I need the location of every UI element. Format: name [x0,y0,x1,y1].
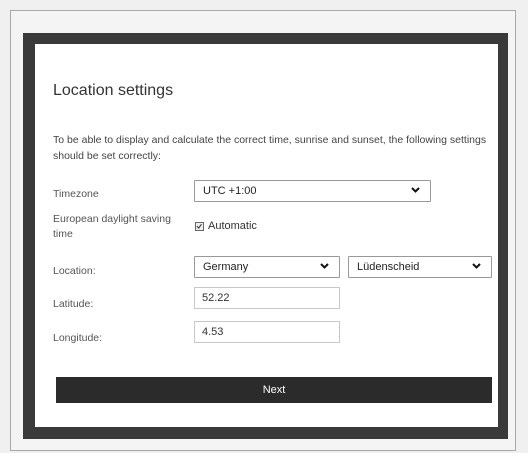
location-settings-panel: Location settings To be able to display … [35,44,498,427]
intro-text: To be able to display and calculate the … [53,134,487,162]
longitude-label: Longitude: [53,332,103,344]
dst-label: European daylight saving time [53,213,171,240]
city-value: Lüdenscheid [357,261,420,273]
city-select[interactable]: Lüdenscheid [348,256,492,278]
latitude-label: Latitude: [53,298,94,310]
checkbox-icon [196,223,202,229]
timezone-select[interactable]: UTC +1:00 [194,180,431,202]
next-button[interactable]: Next [56,377,492,403]
latitude-input[interactable]: 52.22 [194,287,340,309]
location-label: Location: [53,265,96,277]
page-title: Location settings [53,82,174,99]
chevron-down-icon [320,263,329,269]
chevron-down-icon [472,263,481,269]
chevron-down-icon [411,187,420,193]
dst-option-label: Automatic [208,220,257,232]
country-value: Germany [203,261,249,273]
timezone-value: UTC +1:00 [203,185,257,197]
country-select[interactable]: Germany [194,256,340,278]
longitude-input[interactable]: 4.53 [194,321,340,343]
timezone-label: Timezone [53,188,99,200]
dst-checkbox[interactable] [195,222,204,231]
